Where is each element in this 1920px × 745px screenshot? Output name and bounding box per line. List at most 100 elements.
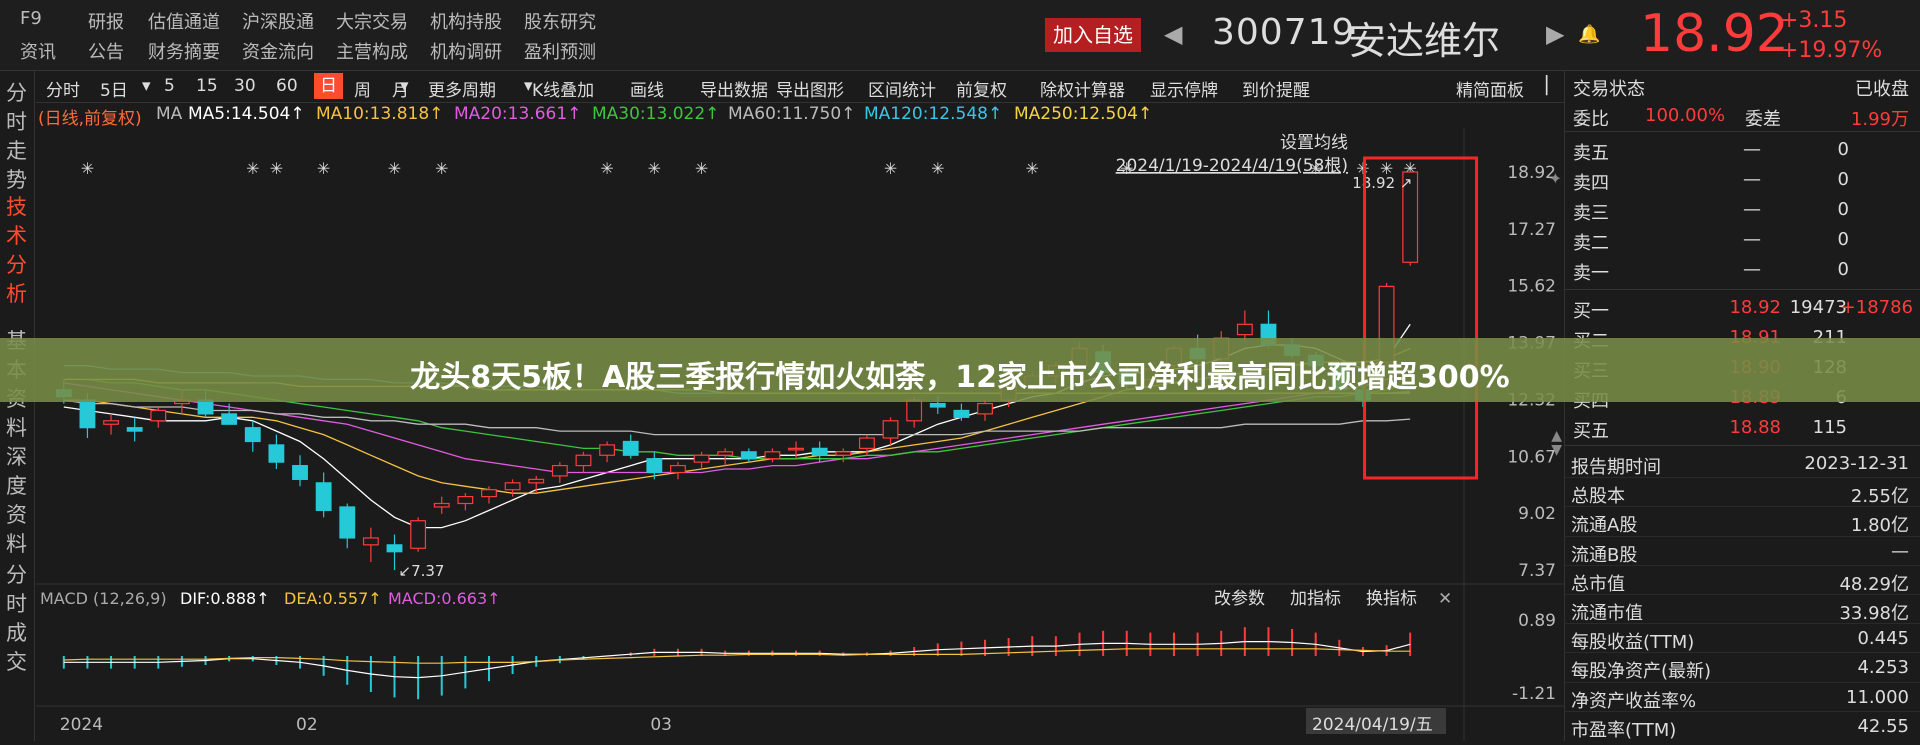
collapse-icon[interactable]: ▏ [1546,76,1559,96]
candle[interactable] [788,441,804,459]
fundamental-row: 市盈率(TTM) 42.55 [1565,712,1920,742]
top-menu-item[interactable]: 财务摘要 [148,38,220,64]
macd-button[interactable]: 换指标 [1366,589,1417,609]
ma-settings-button[interactable]: 设置均线 [1280,133,1348,153]
period-tab[interactable]: 15 [196,76,218,96]
top-menu-item[interactable]: 公告 [88,38,124,64]
candle[interactable] [717,448,734,466]
macd-button[interactable]: 改参数 [1214,589,1265,609]
chevron-down-icon[interactable]: ▾ [400,76,409,96]
candle[interactable] [339,503,356,549]
period-tab[interactable]: 60 [276,76,298,96]
top-menu-item[interactable]: 估值通道 [148,8,220,34]
event-marker-icon[interactable]: ✳ [931,159,944,178]
event-marker-icon[interactable]: ✳ [1309,159,1322,178]
candle[interactable] [126,417,143,442]
toolbar-button[interactable]: 除权计算器 [1040,76,1125,101]
kline-chart-area[interactable]: 设置均线 2024/1/19-2024/4/19(58根) 18.92 17.27 15… [36,128,1564,745]
layout-button[interactable]: 精简面板 [1456,76,1524,101]
candle[interactable] [433,496,450,514]
fundamental-row: 净资产收益率% 11.000 [1565,683,1920,713]
toolbar-button[interactable]: 显示停牌 [1150,76,1218,101]
pin-icon[interactable]: ✦ [1549,169,1562,188]
toolbar-button[interactable]: 前复权 [956,76,1007,101]
candle[interactable] [150,407,167,428]
candle[interactable] [551,462,568,483]
toolbar-button[interactable]: K线叠加 [532,76,594,101]
top-menu-item[interactable]: 研报 [88,8,124,34]
event-marker-icon[interactable]: ✳ [246,159,259,178]
event-marker-icon[interactable]: ✳ [648,159,661,178]
candle[interactable] [268,434,285,470]
chevron-down-icon[interactable]: ▾ [142,76,151,96]
left-nav-tab[interactable]: 技术分析 [6,193,28,309]
chevron-down-icon[interactable]: ▾ [524,76,533,96]
alert-bell-icon[interactable]: 🔔 [1578,24,1600,45]
toolbar-button[interactable]: 更多周期 [428,76,496,101]
candle[interactable] [882,417,899,445]
news-banner[interactable]: 龙头8天5板！A股三季报行情如火如荼，12家上市公司净利最高同比预增超300% [0,338,1920,402]
left-nav-tab[interactable]: 深度资料 [6,443,28,559]
left-nav-tab[interactable]: 分时走势 [6,79,28,195]
top-menu-item[interactable]: F9 [20,8,42,29]
candle[interactable] [977,400,993,421]
candle[interactable] [693,451,710,470]
candle[interactable] [362,527,379,563]
top-menu-item[interactable]: 机构持股 [430,8,502,34]
ask-row: 卖一 — 0 [1565,255,1920,285]
candle[interactable] [292,455,308,487]
prev-stock-icon[interactable]: ◀ [1164,20,1182,48]
toolbar-button[interactable]: 导出数据 [700,76,768,101]
toolbar-button[interactable]: 画线 [630,76,664,101]
candle[interactable] [1236,310,1253,342]
top-menu-item[interactable]: 股东研究 [524,8,596,34]
top-menu-item[interactable]: 资讯 [20,38,56,64]
event-marker-icon[interactable]: ✳ [695,159,708,178]
left-nav-tab[interactable]: 分时成交 [6,561,28,677]
top-menu-item[interactable]: 资金流向 [242,38,314,64]
event-marker-icon[interactable]: ✳ [81,159,94,178]
event-marker-icon[interactable]: ✳ [884,159,897,178]
candle[interactable] [575,451,592,473]
period-tab[interactable]: 30 [234,76,256,96]
next-stock-icon[interactable]: ▶ [1546,20,1564,48]
candle[interactable] [740,448,757,463]
top-menu-item[interactable]: 机构调研 [430,38,502,64]
event-marker-icon[interactable]: ✳ [388,159,401,178]
x-cursor-label: 2024/04/19/五 [1312,715,1433,735]
candle[interactable] [457,493,474,511]
add-favorite-button[interactable]: 加入自选 [1045,18,1141,52]
candle[interactable] [244,420,261,452]
candle[interactable] [599,441,616,463]
event-marker-icon[interactable]: ✳ [270,159,283,178]
period-tab[interactable]: 5日 [100,76,128,101]
kline-chart[interactable]: 设置均线2024/1/19-2024/4/19(58根) 18.9217.2715… [36,128,1564,741]
toolbar-button[interactable]: 导出图形 [776,76,844,101]
top-menu-item[interactable]: 大宗交易 [336,8,408,34]
macd-button[interactable]: 加指标 [1290,589,1341,609]
period-tab[interactable]: 分时 [46,76,80,101]
top-menu-item[interactable]: 盈利预测 [524,38,596,64]
top-menu-item[interactable]: 主营构成 [336,38,408,64]
toolbar-button[interactable]: 区间统计 [868,76,936,101]
event-marker-icon[interactable]: ✳ [1026,159,1039,178]
candle[interactable] [504,479,521,497]
event-marker-icon[interactable]: ✳ [435,159,448,178]
close-icon[interactable]: ✕ [1438,589,1452,609]
candle[interactable] [315,472,332,518]
toolbar-button[interactable]: 到价提醒 [1242,76,1310,101]
candle[interactable] [410,517,427,552]
scroll-down-icon[interactable]: ▼ [1551,442,1562,458]
event-marker-icon[interactable]: ✳ [1120,159,1133,178]
candle[interactable] [528,475,545,494]
period-tab[interactable]: 日 [314,73,343,99]
fundamental-label: 净资产收益率% [1571,690,1697,712]
event-marker-icon[interactable]: ✳ [317,159,330,178]
candle[interactable] [622,434,639,459]
candle[interactable] [670,462,686,480]
event-marker-icon[interactable]: ✳ [600,159,613,178]
period-tab[interactable]: 周 [354,76,371,101]
top-menu-item[interactable]: 沪深股通 [242,8,314,34]
candle[interactable] [103,413,119,435]
period-tab[interactable]: 5 [164,76,175,96]
